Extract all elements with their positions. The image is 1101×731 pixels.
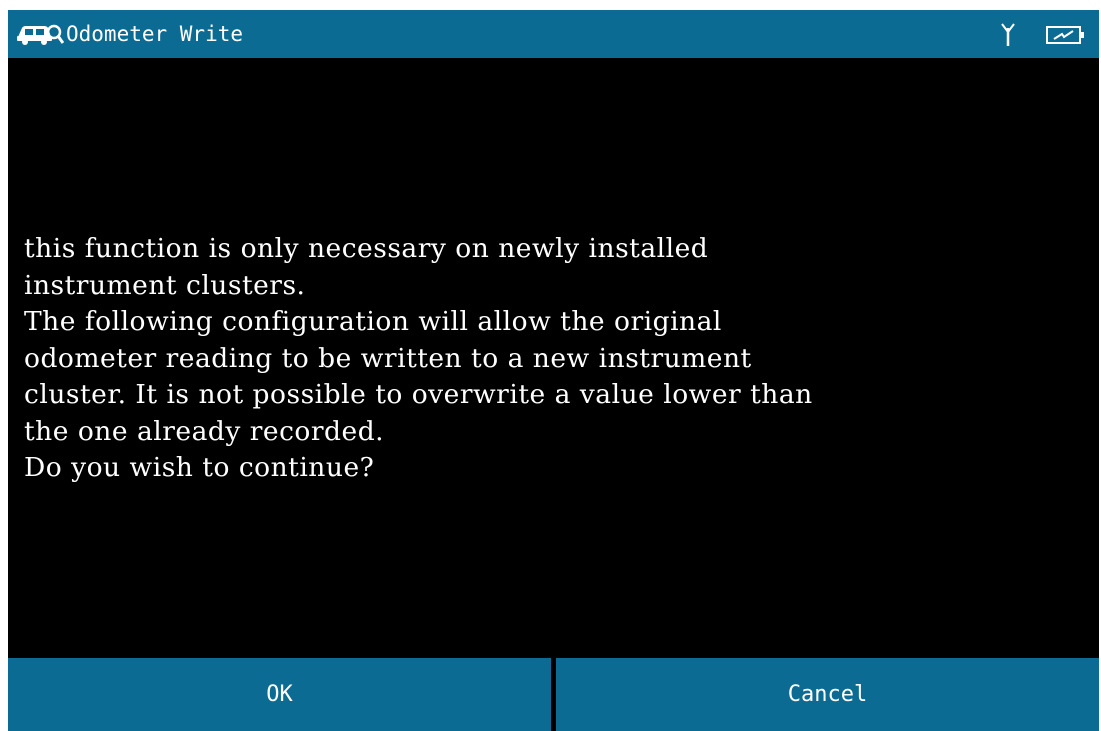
cancel-button[interactable]: Cancel: [556, 658, 1099, 731]
ok-button[interactable]: OK: [8, 658, 551, 731]
car-diagnostic-icon: [16, 22, 65, 46]
page-title: Odometer Write: [66, 22, 244, 46]
dialog-message: this function is only necessary on newly…: [24, 233, 813, 483]
battery-charging-icon: [1046, 25, 1086, 45]
signal-antenna-icon: [1000, 22, 1016, 48]
device-screen: Odometer Write this function is only nec…: [8, 10, 1099, 731]
title-bar: Odometer Write: [8, 10, 1099, 58]
